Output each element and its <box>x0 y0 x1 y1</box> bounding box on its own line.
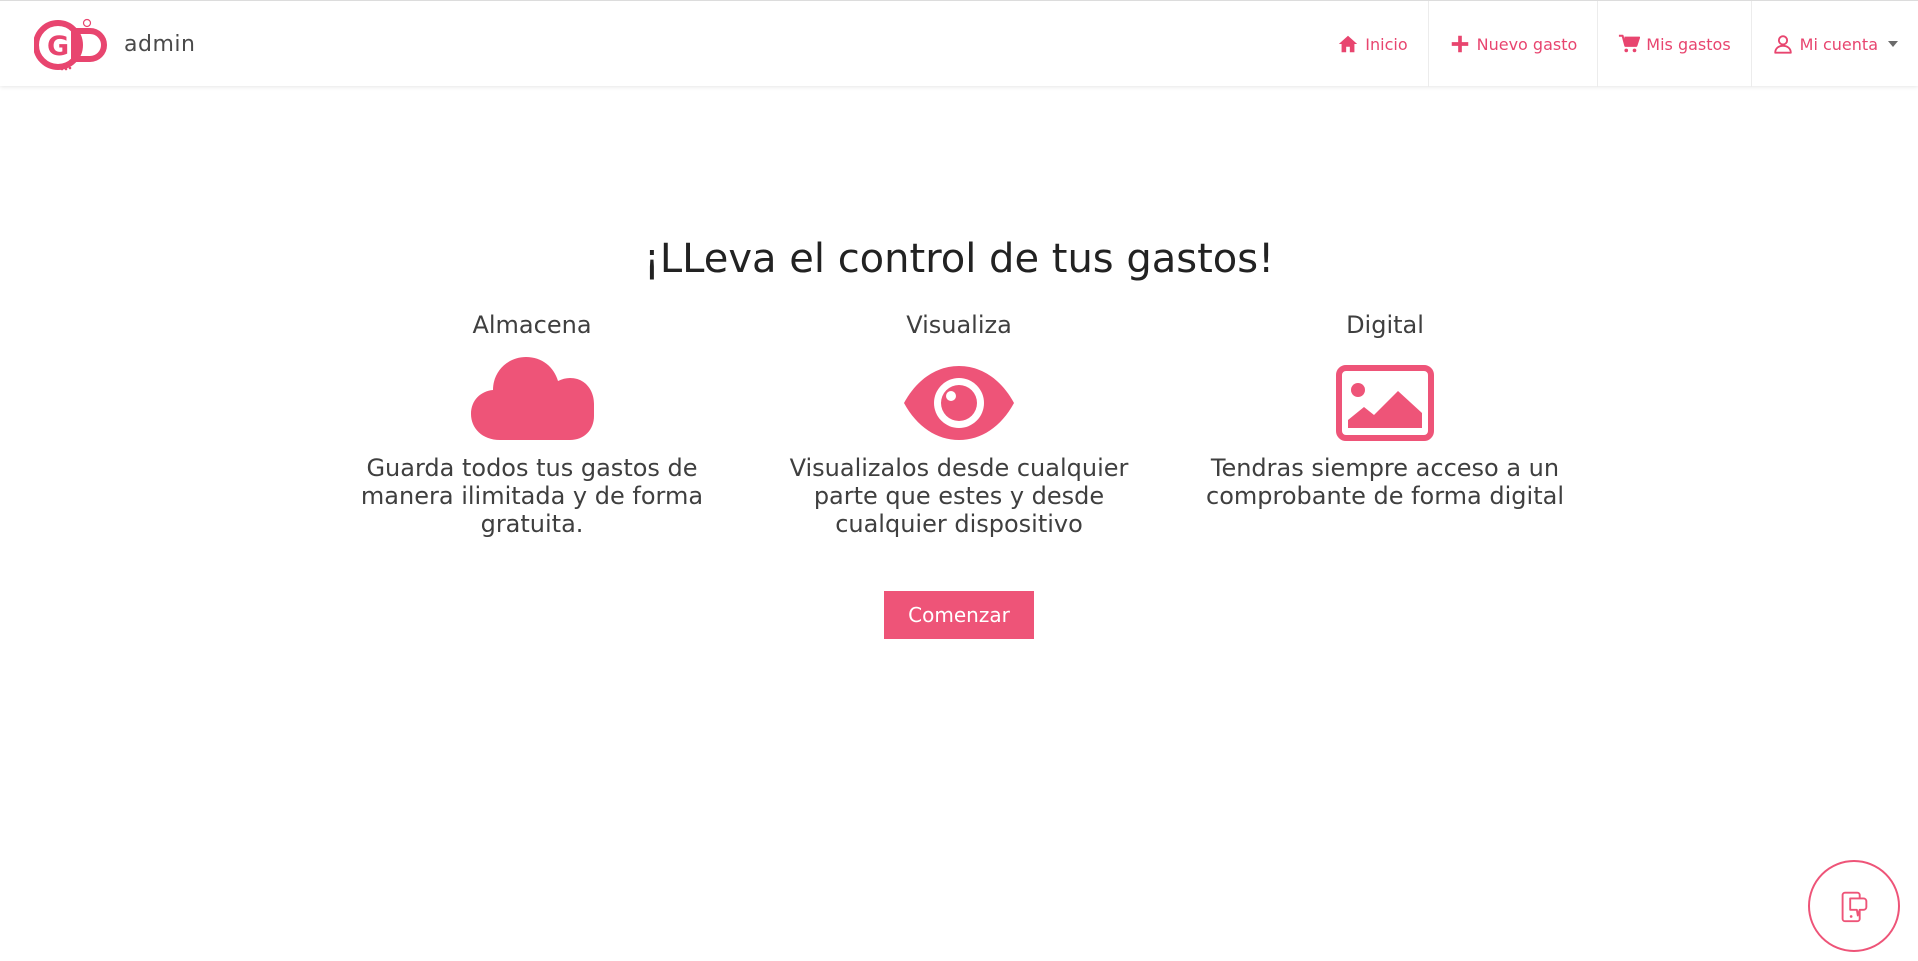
feature-description: Tendras siempre acceso a un comprobante … <box>1206 454 1564 510</box>
nav-item-inicio[interactable]: Inicio <box>1317 1 1427 87</box>
home-icon <box>1337 33 1359 55</box>
svg-text:G: G <box>47 31 69 62</box>
floating-action-button[interactable] <box>1808 860 1900 952</box>
main-nav: Inicio Nuevo gasto Mis gastos Mi cuenta <box>1317 1 1918 87</box>
feature-title: Almacena <box>472 311 592 339</box>
plus-icon <box>1449 33 1471 55</box>
nav-item-label: Mis gastos <box>1646 34 1731 54</box>
nav-item-label: Nuevo gasto <box>1476 34 1578 54</box>
top-navbar: G admin Inicio Nuevo gasto Mis gastos Mi… <box>0 0 1918 87</box>
gd-logo-icon: G <box>34 18 107 71</box>
feature-almacena: Almacena Guarda todos tus gastos de mane… <box>342 310 722 538</box>
feature-description: Visualizalos desde cualquier parte que e… <box>789 454 1129 538</box>
nav-item-label: Inicio <box>1365 34 1408 54</box>
nav-item-label: Mi cuenta <box>1799 34 1878 54</box>
nav-item-mi-cuenta[interactable]: Mi cuenta <box>1750 1 1918 87</box>
cart-icon <box>1618 33 1641 55</box>
mobile-hand-icon <box>1841 891 1868 923</box>
start-button[interactable]: Comenzar <box>884 591 1034 639</box>
chevron-down-icon <box>1888 41 1898 47</box>
feature-visualiza: Visualiza Visualizalos desde cualquier p… <box>769 310 1149 538</box>
feature-digital: Digital Tendras siempre acceso a un comp… <box>1195 310 1575 510</box>
brand-text: admin <box>124 31 196 57</box>
cloud-icon <box>471 357 594 440</box>
page-title: ¡LLeva el control de tus gastos! <box>643 236 1275 282</box>
eye-icon <box>904 366 1014 440</box>
nav-item-nuevo-gasto[interactable]: Nuevo gasto <box>1427 1 1598 87</box>
feature-description: Guarda todos tus gastos de manera ilimit… <box>360 454 704 538</box>
feature-title: Visualiza <box>906 311 1012 339</box>
brand-link[interactable]: G admin <box>34 15 195 73</box>
image-icon <box>1336 365 1434 441</box>
feature-title: Digital <box>1346 311 1424 339</box>
nav-item-mis-gastos[interactable]: Mis gastos <box>1597 1 1750 87</box>
user-icon <box>1772 33 1794 55</box>
